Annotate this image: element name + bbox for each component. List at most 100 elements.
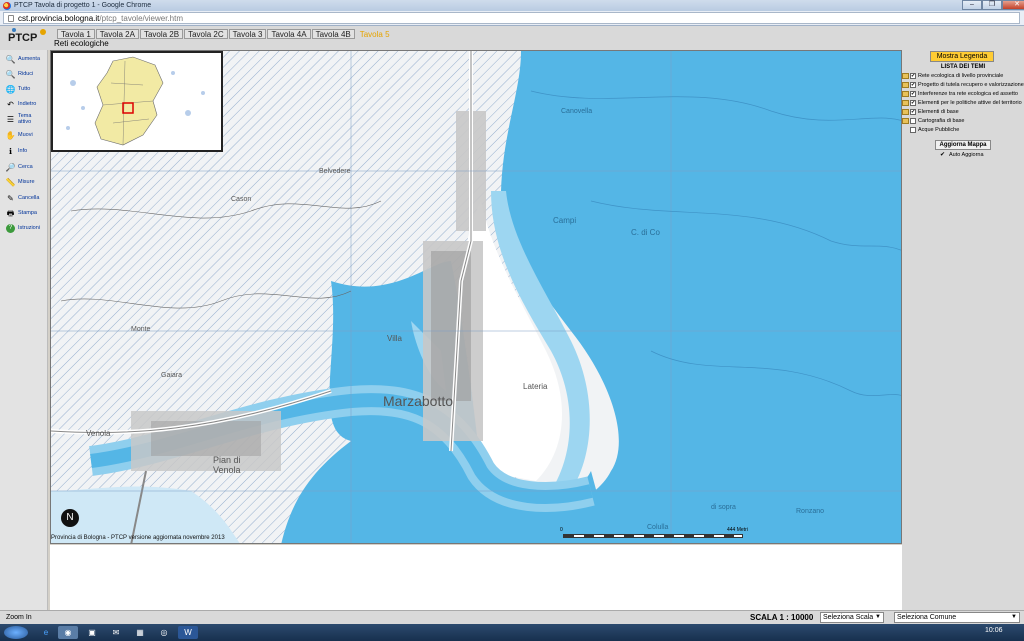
tool-muovi[interactable]: ✋ Muovi [6, 129, 42, 141]
folder-icon[interactable] [902, 100, 909, 106]
close-button[interactable]: ✕ [1002, 0, 1024, 10]
tool-tutto[interactable]: 🌐 Tutto [6, 83, 42, 95]
folder-icon[interactable] [902, 91, 909, 97]
window-title: PTCP Tavola di progetto 1 - Google Chrom… [14, 2, 152, 9]
tab-tavola-2c[interactable]: Tavola 2C [184, 29, 228, 39]
tab-tavola-2a[interactable]: Tavola 2A [95, 29, 139, 39]
layer-item: Acque Pubbliche [902, 126, 1024, 134]
map-footer-area [50, 545, 902, 610]
place-label: Lateria [523, 382, 548, 391]
tab-tavola-3[interactable]: Tavola 3 [228, 29, 267, 39]
search-icon: 🔎 [5, 162, 16, 172]
layer-item: Cartografia di base [902, 117, 1024, 125]
layer-item: ✔ Elementi per le politiche attive del te… [902, 99, 1024, 107]
place-label: Monte [131, 326, 151, 333]
url-field[interactable]: cst.provincia.bologna.it /ptcp_tavole/vi… [3, 12, 1020, 24]
place-label: Marzabotto [383, 393, 453, 409]
layer-item: ✔ Rete ecologica di livello provinciale [902, 72, 1024, 80]
print-icon: 🖶 [6, 208, 15, 218]
url-host: cst.provincia.bologna.it [18, 13, 100, 23]
tool-misure[interactable]: 📏 Misure [6, 176, 42, 188]
folder-icon[interactable] [902, 82, 909, 88]
eraser-icon: ✎ [7, 193, 14, 203]
map-title: Reti ecologiche [54, 39, 109, 48]
tool-indietro[interactable]: ↶ Indietro [6, 98, 42, 110]
chevron-down-icon: ▼ [875, 614, 881, 620]
layer-item: ✔ Progetto di tutela recupero e valorizza… [902, 81, 1024, 89]
status-bar: Zoom In SCALA 1 : 10000 Seleziona Scala ▼… [0, 610, 1024, 624]
place-label: Venola [213, 465, 241, 475]
layer-checkbox[interactable] [910, 118, 916, 124]
tool-tema-attivo[interactable]: ☰ Tema attivo [6, 113, 42, 125]
tab-tavola-1[interactable]: Tavola 1 [57, 29, 95, 39]
place-label: Campi [553, 216, 576, 225]
help-icon: ? [6, 223, 15, 233]
auto-update-checkbox[interactable]: ✔ [940, 152, 946, 158]
tool-istruzioni[interactable]: ? Istruzioni [6, 222, 42, 234]
word-icon[interactable]: W [178, 626, 198, 639]
maximize-button[interactable]: ❐ [982, 0, 1002, 10]
place-label: C. di Co [631, 228, 660, 237]
tab-tavola-5[interactable]: Tavola 5 [355, 29, 394, 39]
map-canvas[interactable]: Marzabotto Pian di Venola Lateria Villa … [50, 50, 902, 544]
layer-checkbox[interactable]: ✔ [910, 100, 916, 106]
app-icon[interactable]: ▦ [130, 626, 150, 639]
svg-text:PTCP: PTCP [8, 32, 37, 44]
scale-end-label: 444 Metri [727, 527, 748, 533]
ie-icon[interactable]: e [36, 626, 56, 639]
layer-checkbox[interactable]: ✔ [910, 82, 916, 88]
ptcp-logo: PTCP [5, 27, 47, 47]
chrome-taskbar-icon[interactable]: ◉ [58, 626, 78, 639]
comune-select[interactable]: Seleziona Comune ▼ [894, 612, 1020, 623]
place-label: Canovella [561, 108, 592, 115]
auto-update-option[interactable]: ✔ Auto Aggiorna [940, 152, 984, 158]
layer-checkbox[interactable]: ✔ [910, 109, 916, 115]
info-icon: ℹ [8, 146, 13, 156]
folder-icon[interactable] [902, 73, 909, 79]
start-button[interactable] [4, 626, 28, 639]
media-icon[interactable]: ◎ [154, 626, 174, 639]
place-label: Villa [387, 334, 403, 343]
chrome-icon [3, 1, 11, 10]
scale-bar [563, 534, 743, 538]
tool-cerca[interactable]: 🔎 Cerca [6, 161, 42, 173]
explorer-icon[interactable]: ▣ [82, 626, 102, 639]
map-credits: Provincia di Bologna - PTCP versione agg… [51, 535, 225, 541]
tool-riduci[interactable]: 🔍 Riduci [6, 68, 42, 80]
scale-select[interactable]: Seleziona Scala ▼ [820, 612, 884, 623]
address-bar: cst.provincia.bologna.it /ptcp_tavole/vi… [0, 11, 1024, 26]
layer-item: ✔ Elementi di base [902, 108, 1024, 116]
place-label: Colulla [647, 524, 669, 531]
window-title-bar: PTCP Tavola di progetto 1 - Google Chrom… [0, 0, 1024, 11]
place-label: Cason [231, 196, 251, 203]
folder-icon[interactable] [902, 118, 909, 124]
tool-aumenta[interactable]: 🔍 Aumenta [6, 53, 42, 65]
tab-tavola-2b[interactable]: Tavola 2B [139, 29, 184, 39]
tavola-tabs: Tavola 1 Tavola 2A Tavola 2B Tavola 2C T… [57, 29, 395, 39]
layer-item: ✔ Interferenze tra rete ecologica ed asse… [902, 90, 1024, 98]
pan-hand-icon: ✋ [5, 130, 16, 140]
folder-icon[interactable] [902, 109, 909, 115]
tab-tavola-4a[interactable]: Tavola 4A [267, 29, 311, 39]
north-arrow-icon: N [61, 509, 79, 527]
layer-checkbox[interactable] [910, 127, 916, 133]
place-label: Pian di [213, 455, 241, 465]
overview-map[interactable] [51, 51, 223, 152]
legend-panel: Mostra Legenda LISTA DEI TEMI ✔ Rete ecol… [902, 50, 1024, 610]
zoom-out-icon: 🔍 [5, 69, 16, 79]
show-legend-button[interactable]: Mostra Legenda [930, 51, 994, 62]
place-label: Ronzano [796, 508, 824, 515]
minimize-button[interactable]: – [962, 0, 982, 10]
tool-stampa[interactable]: 🖶 Stampa [6, 207, 42, 219]
tab-tavola-4b[interactable]: Tavola 4B [311, 29, 355, 39]
active-theme-icon: ☰ [6, 114, 15, 124]
mail-icon[interactable]: ✉ [106, 626, 126, 639]
layer-checkbox[interactable]: ✔ [910, 73, 916, 79]
update-map-button[interactable]: Aggiorna Mappa [935, 140, 991, 150]
status-text: Zoom In [6, 614, 32, 621]
layer-checkbox[interactable]: ✔ [910, 91, 916, 97]
tool-info[interactable]: ℹ Info [6, 145, 42, 157]
place-label: Belvedere [319, 168, 351, 175]
tool-cancella[interactable]: ✎ Cancella [6, 192, 42, 204]
clock: 10:06 [985, 627, 1003, 634]
